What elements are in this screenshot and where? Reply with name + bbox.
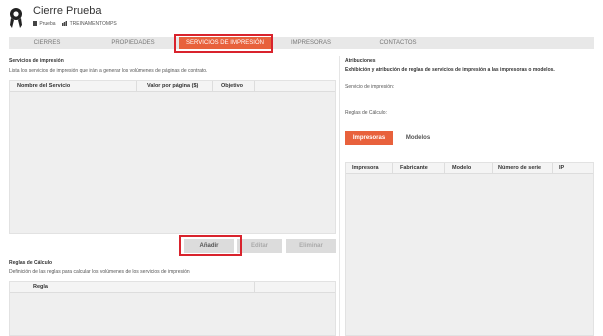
column-header-manufacturer[interactable]: Fabricante [400,163,428,174]
column-header-value-per-page[interactable]: Valor por página ($) [147,81,198,92]
add-button-highlight-box [179,235,242,256]
breadcrumb: Prueba TREINAMENTOMPS [33,21,117,27]
rules-label: Reglas de Cálculo: [345,110,387,116]
column-header-serial-number[interactable]: Número de serie [498,163,541,174]
printers-table-header: Impresora Fabricante Modelo Número de se… [346,163,593,174]
column-header-model[interactable]: Modelo [452,163,471,174]
attributions-title: Atribuciones [345,58,376,64]
award-ribbon-icon [10,8,22,28]
attributions-subtitle: Exhibición y atribución de reglas de ser… [345,67,555,73]
rules-section-title: Reglas de Cálculo [9,260,53,266]
rules-section-description: Definición de las reglas para calcular l… [9,269,190,275]
rules-table-header: Regla [10,282,335,293]
rules-table: Regla [9,281,336,336]
tab-propiedades[interactable]: PROPIEDADES [91,37,175,49]
column-header-rule[interactable]: Regla [33,282,48,293]
printers-table: Impresora Fabricante Modelo Número de se… [345,162,594,336]
services-table-header: Nombre del Servicio Valor por página ($)… [10,81,335,92]
page-title: Cierre Prueba [33,5,102,17]
column-header-service-name[interactable]: Nombre del Servicio [17,81,70,92]
service-label: Servicio de impresión: [345,84,395,90]
services-table: Nombre del Servicio Valor por página ($)… [9,80,336,234]
tab-impresoras[interactable]: IMPRESORAS [275,37,347,49]
delete-button[interactable]: Eliminar [286,239,336,253]
tab-cierres[interactable]: CIERRES [9,37,85,49]
main-tab-bar: CIERRES PROPIEDADES SERVICIOS DE IMPRESI… [9,37,594,49]
column-header-objective[interactable]: Objetivo [221,81,243,92]
column-header-ip[interactable]: IP [559,163,564,174]
tab-highlight-box [174,34,273,53]
column-header-printer[interactable]: Impresora [352,163,379,174]
services-section-title: Servicios de impresión [9,58,64,64]
breadcrumb-item[interactable]: TREINAMENTOMPS [70,21,117,27]
breadcrumb-item[interactable]: Prueba [39,21,55,27]
edit-button[interactable]: Editar [237,239,282,253]
services-section-description: Lista los servicios de impresión que irá… [9,68,208,74]
subtab-modelos[interactable]: Modelos [396,131,440,145]
panel-divider [339,56,340,336]
chart-icon [62,21,68,27]
header: Cierre Prueba Prueba TREINAMENTOMPS [0,0,603,36]
subtab-impresoras[interactable]: Impresoras [345,131,393,145]
document-icon [33,21,37,27]
tab-contactos[interactable]: CONTACTOS [363,37,433,49]
